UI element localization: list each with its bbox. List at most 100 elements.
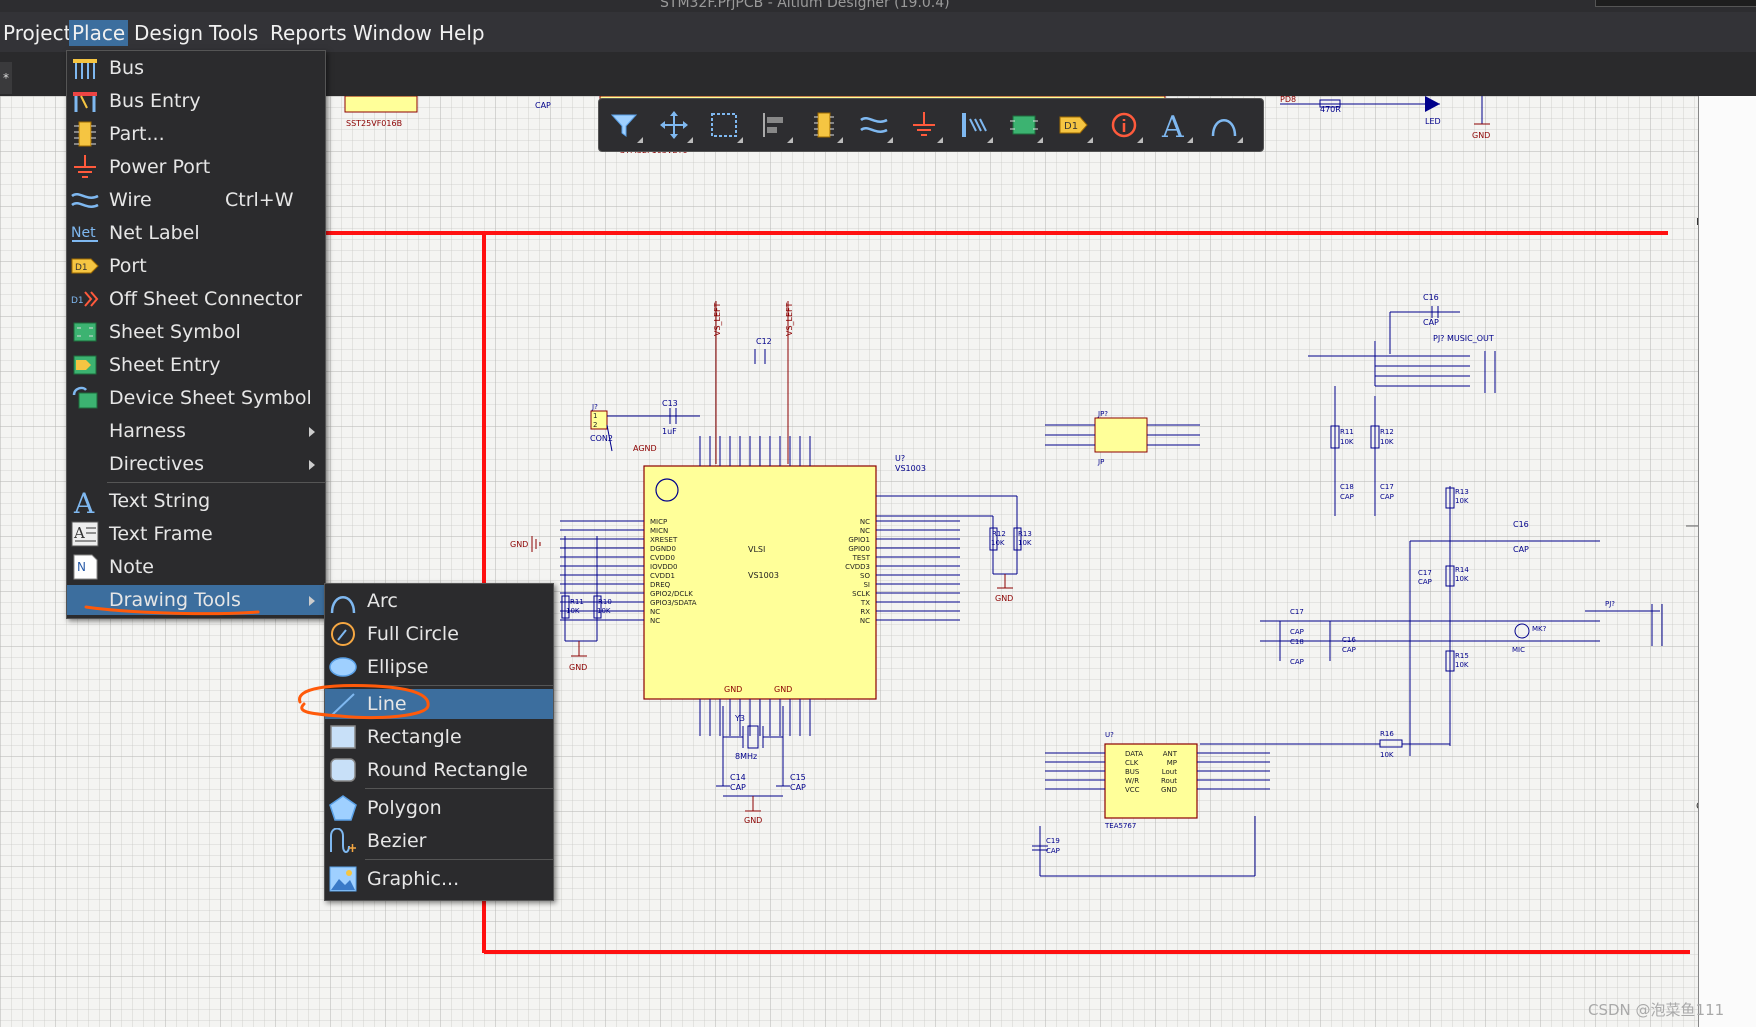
part-icon[interactable] xyxy=(803,105,845,145)
chip-pin-label: GPIO1 xyxy=(848,536,870,544)
chip-pin-label: XRESET xyxy=(650,536,678,544)
menu-item-sheet-symbol[interactable]: Sheet Symbol xyxy=(67,317,325,347)
menu-item-ellipse[interactable]: Ellipse xyxy=(325,652,553,682)
chip-pin-label: Rout xyxy=(1161,777,1177,785)
chip-pin-label: CLK xyxy=(1125,759,1139,767)
svg-text:D1: D1 xyxy=(1064,121,1078,132)
svg-text:CAP: CAP xyxy=(1340,493,1354,501)
u7-val: VS1003 xyxy=(895,464,926,473)
rectangle-icon xyxy=(329,724,357,750)
menu-help[interactable]: Help xyxy=(436,20,488,46)
svg-text:CAP: CAP xyxy=(730,783,746,792)
svg-text:A: A xyxy=(73,524,85,542)
power-port-icon[interactable] xyxy=(903,105,945,145)
svg-text:10K: 10K xyxy=(566,607,580,615)
svg-text:2: 2 xyxy=(593,421,597,429)
svg-text:R13: R13 xyxy=(1320,96,1336,98)
menu-item-round-rectangle[interactable]: Round Rectangle xyxy=(325,755,553,785)
menu-item-power-port[interactable]: Power Port xyxy=(67,152,325,182)
port-icon: D1 xyxy=(71,253,99,279)
chip-pin-label: NC xyxy=(860,518,870,526)
text-icon[interactable]: A xyxy=(1153,105,1195,145)
svg-text:CAP: CAP xyxy=(790,783,806,792)
svg-text:R12: R12 xyxy=(1380,428,1394,436)
chevron-right-icon xyxy=(309,427,315,437)
menu-item-rectangle[interactable]: Rectangle xyxy=(325,722,553,752)
svg-text:Net: Net xyxy=(71,225,96,241)
menu-item-net-label[interactable]: Net Net Label xyxy=(67,218,325,248)
menu-item-note[interactable]: N Note xyxy=(67,552,325,582)
svg-text:R12: R12 xyxy=(992,530,1006,538)
document-tab[interactable]: * xyxy=(0,62,12,94)
menu-tools[interactable]: Tools xyxy=(206,20,261,46)
move-icon[interactable] xyxy=(653,105,695,145)
menu-item-part[interactable]: Part... xyxy=(67,119,325,149)
menu-item-arc[interactable]: Arc xyxy=(325,586,553,616)
menu-item-graphic[interactable]: Graphic... xyxy=(325,864,553,894)
round-rectangle-icon xyxy=(329,757,357,783)
svg-text:A: A xyxy=(1161,110,1184,141)
svg-text:LED: LED xyxy=(1425,117,1441,126)
align-icon[interactable] xyxy=(753,105,795,145)
menu-item-drawing-tools[interactable]: Drawing Tools xyxy=(67,585,325,615)
menu-window[interactable]: Window xyxy=(350,20,435,46)
svg-text:J?: J? xyxy=(591,403,598,411)
svg-text:R16: R16 xyxy=(1380,730,1394,738)
menu-item-bus-entry[interactable]: Bus Entry xyxy=(67,86,325,116)
svg-text:VLSI: VLSI xyxy=(748,545,765,554)
menu-item-text-string[interactable]: A Text String xyxy=(67,486,325,520)
window-title: STM32F.PrjPCB - Altium Designer (19.0.4) xyxy=(660,0,950,11)
power-port-icon xyxy=(71,154,99,180)
bus-entry-icon xyxy=(71,88,99,114)
wire-icon[interactable] xyxy=(853,105,895,145)
chip-pin-label: VCC xyxy=(1125,786,1140,794)
svg-text:GND: GND xyxy=(1472,131,1490,140)
menu-separator xyxy=(365,859,553,860)
menu-design[interactable]: Design xyxy=(131,20,206,46)
menu-item-sheet-entry[interactable]: Sheet Entry xyxy=(67,350,325,380)
tea-val: TEA5767 xyxy=(1104,822,1136,830)
off-sheet-connector-icon: D1 xyxy=(71,286,99,312)
menu-place[interactable]: Place xyxy=(69,20,129,46)
menu-reports[interactable]: Reports xyxy=(267,20,350,46)
svg-text:10K: 10K xyxy=(1455,575,1469,583)
arc-icon[interactable] xyxy=(1203,105,1245,145)
menu-item-full-circle[interactable]: Full Circle xyxy=(325,619,553,649)
svg-text:N: N xyxy=(77,560,86,574)
chip-pin-label: SCLK xyxy=(852,590,870,598)
chip-pin-label: DREQ xyxy=(650,581,671,589)
ellipse-icon xyxy=(329,654,357,680)
svg-text:CAP: CAP xyxy=(1418,578,1432,586)
menu-item-polygon[interactable]: Polygon xyxy=(325,793,553,823)
select-icon[interactable] xyxy=(703,105,745,145)
directive-icon[interactable] xyxy=(1103,105,1145,145)
svg-text:R10: R10 xyxy=(598,598,612,606)
chip-pin-label: SI xyxy=(863,581,870,589)
menu-item-port[interactable]: D1 Port xyxy=(67,251,325,281)
menu-project[interactable]: Project xyxy=(0,20,74,46)
menu-item-off-sheet-connector[interactable]: D1 Off Sheet Connector xyxy=(67,284,325,314)
menu-item-wire[interactable]: Wire Ctrl+W xyxy=(67,185,325,215)
menu-item-bus[interactable]: Bus xyxy=(67,53,325,83)
search-box[interactable] xyxy=(1595,0,1756,7)
chip-pin-label: ANT xyxy=(1163,750,1178,758)
menu-item-directives[interactable]: Directives xyxy=(67,449,325,479)
menu-item-harness[interactable]: Harness xyxy=(67,416,325,446)
svg-text:CAP: CAP xyxy=(1046,847,1060,855)
menu-item-device-sheet-symbol[interactable]: Device Sheet Symbol xyxy=(67,383,325,413)
svg-text:C14: C14 xyxy=(730,773,746,782)
port-icon[interactable]: D1 xyxy=(1053,105,1095,145)
menu-item-line[interactable]: Line xyxy=(325,689,553,719)
sheet-symbol-icon[interactable] xyxy=(1003,105,1045,145)
chip-pin-label: MICP xyxy=(650,518,667,526)
menu-item-bezier[interactable]: Bezier xyxy=(325,826,553,856)
menu-bar: Project Place Design Tools Reports Windo… xyxy=(0,12,1756,52)
chip-pin-label: DATA xyxy=(1125,750,1143,758)
menu-item-text-frame[interactable]: A Text Frame xyxy=(67,519,325,549)
watermark: CSDN @泡菜鱼111 xyxy=(1588,1001,1725,1019)
svg-text:VS1003: VS1003 xyxy=(748,571,779,580)
svg-text:CAP: CAP xyxy=(535,101,551,110)
filter-icon[interactable] xyxy=(603,105,645,145)
bus-icon[interactable] xyxy=(953,105,995,145)
chip-pin-label: W/R xyxy=(1125,777,1139,785)
